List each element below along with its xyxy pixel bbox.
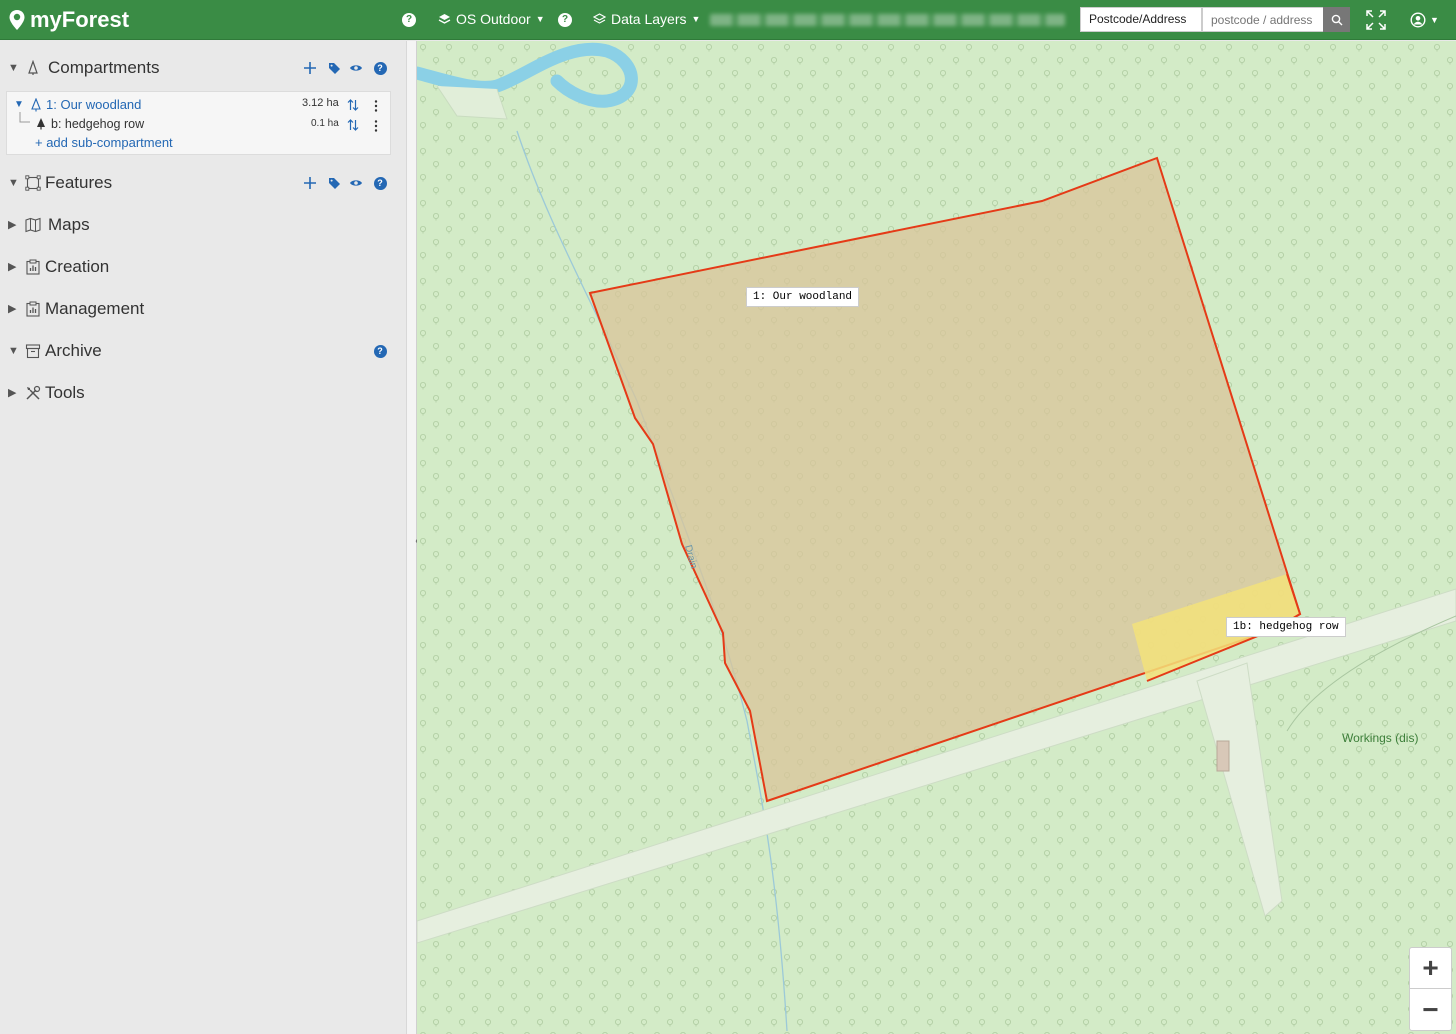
expand-triangle-icon[interactable]: ▶ bbox=[8, 219, 20, 231]
help-icon: ? bbox=[373, 176, 387, 190]
section-creation[interactable]: ▶ Creation bbox=[0, 252, 406, 282]
expand-triangle-icon[interactable]: ▼ bbox=[14, 99, 24, 110]
basemap-dropdown[interactable]: OS Outdoor ▼ bbox=[438, 11, 545, 27]
section-label: Creation bbox=[45, 257, 110, 276]
expand-triangle-icon[interactable]: ▶ bbox=[8, 303, 20, 315]
list-item[interactable]: b: hedgehog row 0.1 ha bbox=[7, 112, 392, 135]
compartment-label-woodland[interactable]: 1: Our woodland bbox=[746, 287, 860, 307]
tree-outline-icon bbox=[28, 60, 38, 75]
fullscreen-icon[interactable] bbox=[1366, 10, 1386, 30]
compartment-tree: ▼ 1: Our woodland 3.12 ha b: hedgehog ro… bbox=[6, 91, 391, 155]
coordinate-readout-blurred bbox=[710, 14, 1065, 26]
section-label: Tools bbox=[45, 383, 85, 402]
clipboard-chart-icon bbox=[26, 259, 40, 275]
expand-triangle-icon[interactable]: ▶ bbox=[8, 387, 20, 399]
search-type-label: Postcode/Address bbox=[1089, 12, 1187, 26]
zoom-in-button[interactable]: + bbox=[1410, 948, 1451, 989]
expand-triangle-icon[interactable]: ▼ bbox=[8, 62, 20, 74]
eye-icon bbox=[350, 180, 362, 186]
add-feature-button[interactable] bbox=[302, 175, 318, 191]
section-label: Features bbox=[45, 173, 113, 192]
sort-arrows-icon[interactable] bbox=[347, 98, 359, 112]
caret-down-icon: ▼ bbox=[691, 14, 701, 24]
add-compartment-button[interactable] bbox=[302, 60, 318, 76]
archive-box-icon bbox=[25, 344, 41, 359]
eye-icon bbox=[350, 65, 362, 71]
visibility-button[interactable] bbox=[348, 175, 364, 191]
tag-button[interactable] bbox=[326, 60, 342, 76]
clipboard-chart-icon bbox=[26, 301, 40, 317]
more-vertical-icon[interactable] bbox=[374, 100, 378, 112]
section-compartments[interactable]: ▼ Compartments ? bbox=[0, 53, 406, 83]
tree-connector-line bbox=[19, 112, 30, 123]
tag-button[interactable] bbox=[326, 175, 342, 191]
section-maps[interactable]: ▶ Maps bbox=[0, 210, 406, 240]
app-name: myForest bbox=[30, 7, 130, 32]
plus-icon bbox=[304, 177, 316, 189]
visibility-button[interactable] bbox=[348, 60, 364, 76]
map-icon bbox=[25, 217, 41, 233]
help-button[interactable]: ? bbox=[372, 175, 388, 191]
zoom-control: + − bbox=[1409, 947, 1452, 1031]
user-circle-icon bbox=[1410, 12, 1426, 28]
more-vertical-icon[interactable] bbox=[374, 120, 378, 132]
section-tools[interactable]: ▶ Tools bbox=[0, 378, 406, 408]
tree-outline-icon bbox=[31, 98, 41, 112]
help-icon: ? bbox=[373, 61, 387, 75]
compartment-label-hedgehog[interactable]: 1b: hedgehog row bbox=[1226, 617, 1346, 637]
expand-triangle-icon[interactable]: ▼ bbox=[8, 177, 20, 189]
search-icon bbox=[1331, 14, 1342, 25]
zoom-out-button[interactable]: − bbox=[1410, 989, 1451, 1030]
plus-icon bbox=[304, 62, 316, 74]
map-canvas[interactable]: Drain bbox=[417, 41, 1456, 1034]
sidebar-resize-handle[interactable]: 〈 bbox=[406, 41, 421, 1034]
section-label: Maps bbox=[48, 215, 90, 234]
section-management[interactable]: ▶ Management bbox=[0, 294, 406, 324]
subcompartment-name[interactable]: b: hedgehog row bbox=[51, 117, 144, 131]
search-input[interactable] bbox=[1202, 7, 1324, 32]
data-layers-label: Data Layers bbox=[611, 11, 687, 27]
add-subcompartment-link[interactable]: + add sub-compartment bbox=[35, 135, 173, 150]
section-archive[interactable]: ▼ Archive ? bbox=[0, 336, 406, 366]
app-logo[interactable]: myForest bbox=[8, 6, 129, 34]
help-icon[interactable]: ? bbox=[558, 13, 572, 27]
tools-icon bbox=[26, 385, 41, 400]
polygon-select-icon bbox=[25, 175, 41, 191]
compartment-name[interactable]: 1: Our woodland bbox=[46, 97, 141, 112]
subcompartment-area: 0.1 ha bbox=[311, 118, 339, 129]
help-icon[interactable]: ? bbox=[402, 13, 416, 27]
search-type-select[interactable]: Postcode/Address bbox=[1080, 7, 1202, 32]
sort-arrows-icon[interactable] bbox=[347, 118, 359, 132]
expand-triangle-icon[interactable]: ▶ bbox=[8, 261, 20, 273]
section-label: Archive bbox=[45, 341, 102, 360]
help-icon: ? bbox=[373, 344, 387, 358]
map-poi-label: Workings (dis) bbox=[1342, 731, 1419, 745]
tree-filled-icon bbox=[37, 118, 45, 130]
basemap-label: OS Outdoor bbox=[456, 11, 531, 27]
section-label: Management bbox=[45, 299, 145, 318]
expand-triangle-icon[interactable]: ▼ bbox=[8, 345, 20, 357]
section-features[interactable]: ▼ Features ? bbox=[0, 168, 406, 198]
layers-icon bbox=[438, 14, 451, 24]
search-button[interactable] bbox=[1323, 7, 1350, 32]
caret-down-icon: ▼ bbox=[535, 14, 545, 24]
top-navbar: myForest ? OS Outdoor ▼ ? Data Layers ▼ … bbox=[0, 0, 1456, 40]
data-layers-dropdown[interactable]: Data Layers ▼ bbox=[593, 11, 700, 27]
map-view[interactable]: Drain 1: Our woodland 1b: hedgehog row W… bbox=[417, 41, 1456, 1034]
layers-outline-icon bbox=[593, 13, 606, 24]
tag-icon bbox=[328, 62, 340, 74]
tag-icon bbox=[328, 177, 340, 189]
help-button[interactable]: ? bbox=[372, 60, 388, 76]
map-pin-icon bbox=[9, 10, 25, 30]
building-shape bbox=[1216, 740, 1230, 772]
user-menu[interactable]: ▼ bbox=[1410, 11, 1440, 29]
list-item[interactable]: ▼ 1: Our woodland 3.12 ha bbox=[7, 95, 392, 115]
sidebar: ▼ Compartments ? ▼ 1: Our woodland 3.12 … bbox=[0, 41, 406, 1034]
caret-down-icon: ▼ bbox=[1430, 15, 1439, 25]
section-label: Compartments bbox=[48, 58, 160, 77]
help-button[interactable]: ? bbox=[372, 343, 388, 359]
compartment-area: 3.12 ha bbox=[302, 97, 339, 109]
